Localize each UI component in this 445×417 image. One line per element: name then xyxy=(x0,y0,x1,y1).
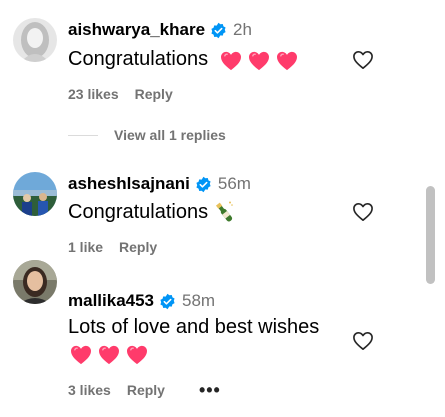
comment-body: Lots of love and best wishes xyxy=(68,316,320,338)
verified-badge-icon xyxy=(210,22,227,39)
verified-badge-icon xyxy=(195,176,212,193)
avatar[interactable] xyxy=(13,18,57,62)
reply-button[interactable]: Reply xyxy=(135,86,173,102)
like-heart-icon[interactable] xyxy=(352,202,374,222)
verified-badge-icon xyxy=(159,293,176,310)
comment-header: asheshlsajnani 56m xyxy=(68,174,251,194)
like-heart-icon[interactable] xyxy=(352,50,374,70)
comment-meta: 23 likes Reply xyxy=(68,86,173,102)
heart-emoji-icon xyxy=(98,345,119,365)
like-heart-icon[interactable] xyxy=(352,331,374,351)
heart-emoji-icon xyxy=(126,345,147,365)
avatar[interactable] xyxy=(13,260,57,304)
timestamp: 2h xyxy=(233,20,252,39)
comment-body: Congratulations xyxy=(68,200,209,223)
likes-count[interactable]: 23 likes xyxy=(68,86,119,102)
comment-text: Lots of love and best wishes xyxy=(68,316,320,365)
scrollbar[interactable] xyxy=(426,186,435,284)
username[interactable]: aishwarya_khare xyxy=(68,20,205,40)
divider xyxy=(68,134,98,136)
comment-item: mallika453 58m Lots of love and best wis… xyxy=(0,250,420,417)
heart-emoji-icon xyxy=(220,51,242,70)
likes-count[interactable]: 3 likes xyxy=(68,382,111,398)
view-replies-button[interactable]: View all 1 replies xyxy=(68,127,226,143)
reply-button[interactable]: Reply xyxy=(127,382,165,398)
comment-body: Congratulations xyxy=(68,48,209,70)
heart-emoji-icon xyxy=(276,51,298,70)
comment-text: Congratulations xyxy=(68,200,234,224)
username[interactable]: mallika453 xyxy=(68,291,154,311)
heart-emoji-icon xyxy=(248,51,270,70)
comment-header: mallika453 58m xyxy=(68,291,215,311)
comment-header: aishwarya_khare 2h xyxy=(68,20,252,40)
timestamp: 56m xyxy=(217,174,251,193)
comment-text: Congratulations xyxy=(68,48,298,71)
heart-emoji-icon xyxy=(70,345,91,365)
avatar[interactable] xyxy=(13,172,57,216)
username[interactable]: asheshlsajnani xyxy=(68,174,190,194)
champagne-bottle-icon xyxy=(214,200,234,224)
view-replies-label: View all 1 replies xyxy=(114,127,226,143)
comment-meta: 3 likes Reply ••• xyxy=(68,381,221,399)
more-options-icon[interactable]: ••• xyxy=(199,381,221,399)
comment-item: asheshlsajnani 56m Congratulations 1 lik… xyxy=(0,160,420,260)
timestamp: 58m xyxy=(182,291,216,310)
